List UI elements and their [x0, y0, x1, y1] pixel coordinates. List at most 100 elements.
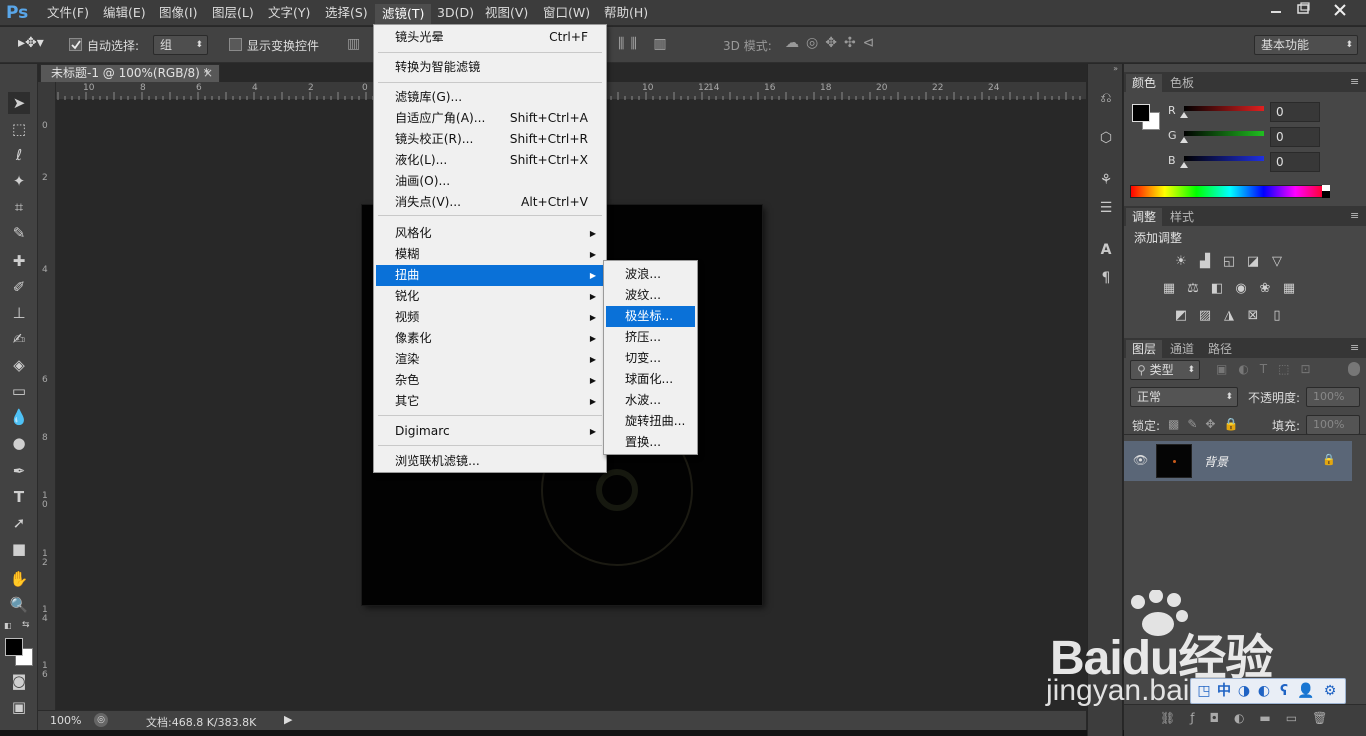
- close-button[interactable]: [1320, 0, 1360, 20]
- healing-brush-icon[interactable]: ✚: [8, 250, 30, 272]
- gradient-tool-icon[interactable]: ▭: [8, 380, 30, 402]
- pen-tool-icon[interactable]: ✒: [8, 460, 30, 482]
- filter-menu-item[interactable]: 视频 ▶: [376, 307, 604, 328]
- ime-symbol-icon[interactable]: ʕ: [1274, 681, 1294, 701]
- filter-menu-item[interactable]: 镜头校正(R)... Shift+Ctrl+R: [376, 129, 604, 150]
- distort-menu-item[interactable]: 极坐标...: [606, 306, 695, 327]
- blur-tool-icon[interactable]: 💧: [8, 406, 30, 428]
- status-info-icon[interactable]: ◎: [94, 713, 108, 727]
- filter-menu-item[interactable]: 锐化 ▶: [376, 286, 604, 307]
- slider-handle-icon[interactable]: [1180, 162, 1188, 168]
- foreground-color-chip[interactable]: [1132, 104, 1150, 122]
- distort-menu-item[interactable]: 挤压...: [606, 327, 695, 348]
- quick-mask-icon[interactable]: ◙: [8, 670, 30, 692]
- ime-settings-icon[interactable]: ⚙: [1320, 681, 1340, 701]
- channel-value-b[interactable]: 0: [1270, 152, 1320, 172]
- type-tool-icon[interactable]: T: [8, 486, 30, 508]
- zoom-level[interactable]: 100%: [50, 714, 81, 727]
- channel-mixer-icon[interactable]: ❀: [1256, 280, 1274, 298]
- eyedropper-icon[interactable]: ✎: [8, 222, 30, 244]
- tab-color[interactable]: 颜色: [1126, 74, 1163, 92]
- restore-button[interactable]: [1288, 0, 1320, 20]
- lasso-tool-icon[interactable]: ℓ: [8, 144, 30, 166]
- levels-icon[interactable]: ▟: [1196, 253, 1214, 271]
- panel-menu-icon[interactable]: ≡: [1350, 209, 1359, 222]
- channel-value-r[interactable]: 0: [1270, 102, 1320, 122]
- vibrance-icon[interactable]: ▽: [1268, 253, 1286, 271]
- spectrum-black-chip[interactable]: [1322, 191, 1330, 198]
- history-brush-icon[interactable]: ✍: [8, 328, 30, 350]
- ime-user-icon[interactable]: 👤: [1296, 681, 1316, 701]
- collapse-dock-icon[interactable]: »: [1088, 64, 1122, 73]
- filter-menu-item[interactable]: 渲染 ▶: [376, 349, 604, 370]
- align-top-icon[interactable]: ▥: [347, 36, 360, 52]
- menu-file[interactable]: 文件(F): [40, 0, 96, 26]
- hand-tool-icon[interactable]: ✋: [8, 568, 30, 590]
- status-menu-arrow-icon[interactable]: ▶: [284, 713, 292, 726]
- curves-icon[interactable]: ◱: [1220, 253, 1238, 271]
- menu-layer[interactable]: 图层(L): [205, 0, 261, 26]
- auto-select-dropdown[interactable]: 组 ⬍: [153, 35, 208, 55]
- ime-punctuation-icon[interactable]: ◑: [1234, 681, 1254, 701]
- zoom-tool-icon[interactable]: 🔍: [8, 594, 30, 616]
- color-balance-icon[interactable]: ⚖: [1184, 280, 1202, 298]
- slider-handle-icon[interactable]: [1180, 137, 1188, 143]
- default-colors-icon[interactable]: ◧: [4, 621, 14, 631]
- menu-image[interactable]: 图像(I): [152, 0, 204, 26]
- panel-menu-icon[interactable]: ≡: [1350, 75, 1359, 88]
- exposure-icon[interactable]: ◪: [1244, 253, 1262, 271]
- tab-swatches[interactable]: 色板: [1164, 74, 1200, 92]
- distort-menu-item[interactable]: 波纹...: [606, 285, 695, 306]
- menu-help[interactable]: 帮助(H): [597, 0, 655, 26]
- marquee-tool-icon[interactable]: ⬚: [8, 118, 30, 140]
- posterize-icon[interactable]: ▨: [1196, 307, 1214, 325]
- filter-menu-item[interactable]: 像素化 ▶: [376, 328, 604, 349]
- workspace-dropdown[interactable]: 基本功能 ⬍: [1254, 35, 1358, 55]
- close-tab-icon[interactable]: ×: [203, 65, 213, 82]
- photo-filter-icon[interactable]: ◉: [1232, 280, 1250, 298]
- ime-fullwidth-icon[interactable]: ◐: [1254, 681, 1274, 701]
- distort-menu-item[interactable]: 球面化...: [606, 369, 695, 390]
- fill-field[interactable]: 100%: [1306, 415, 1360, 435]
- tab-channels[interactable]: 通道: [1164, 340, 1200, 358]
- crop-tool-icon[interactable]: ⌗: [8, 196, 30, 218]
- distort-menu-item[interactable]: 置换...: [606, 432, 695, 453]
- menu-edit[interactable]: 编辑(E): [96, 0, 153, 26]
- channel-slider-g[interactable]: [1184, 131, 1264, 136]
- auto-select-checkbox[interactable]: [69, 38, 82, 51]
- tab-adjustments[interactable]: 调整: [1126, 208, 1163, 226]
- filter-menu-item[interactable]: 液化(L)... Shift+Ctrl+X: [376, 150, 604, 171]
- 3d-panel-icon[interactable]: ⬡: [1096, 128, 1116, 148]
- distort-menu-item[interactable]: 旋转扭曲...: [606, 411, 695, 432]
- layer-filter-dropdown[interactable]: ⚲ 类型 ⬍: [1130, 360, 1200, 380]
- menu-view[interactable]: 视图(V): [478, 0, 535, 26]
- filter-menu-item[interactable]: 其它 ▶: [376, 391, 604, 412]
- color-spectrum-bar[interactable]: [1130, 185, 1330, 198]
- panel-menu-icon[interactable]: ≡: [1350, 341, 1359, 354]
- filter-menu-item[interactable]: 浏览联机滤镜...: [376, 451, 604, 472]
- selective-color-icon[interactable]: ⊠: [1244, 307, 1262, 325]
- filter-menu-item[interactable]: 滤镜库(G)...: [376, 87, 604, 108]
- magic-wand-icon[interactable]: ✦: [8, 170, 30, 192]
- filter-menu-item[interactable]: 镜头光晕 Ctrl+F: [376, 27, 604, 48]
- history-panel-icon[interactable]: ⎌: [1096, 88, 1116, 108]
- filter-menu-item[interactable]: 油画(O)...: [376, 171, 604, 192]
- rectangle-tool-icon[interactable]: ■: [8, 538, 30, 560]
- filter-menu-item[interactable]: 消失点(V)... Alt+Ctrl+V: [376, 192, 604, 213]
- eraser-icon[interactable]: ◈: [8, 354, 30, 376]
- 3d-mode-icons[interactable]: ☁◎✥✣⊲: [785, 35, 881, 51]
- tab-styles[interactable]: 样式: [1164, 208, 1200, 226]
- black-white-icon[interactable]: ◧: [1208, 280, 1226, 298]
- menu-type[interactable]: 文字(Y): [261, 0, 317, 26]
- threshold-icon[interactable]: ◮: [1220, 307, 1238, 325]
- filter-menu-item[interactable]: Digimarc ▶: [376, 421, 604, 442]
- swap-colors-icon[interactable]: ⇆: [22, 620, 30, 630]
- filter-menu-item[interactable]: 自适应广角(A)... Shift+Ctrl+A: [376, 108, 604, 129]
- filter-toggle-icon[interactable]: [1348, 362, 1360, 376]
- channel-slider-b[interactable]: [1184, 156, 1264, 161]
- tab-paths[interactable]: 路径: [1202, 340, 1238, 358]
- filter-menu-item[interactable]: 风格化 ▶: [376, 223, 604, 244]
- dodge-tool-icon[interactable]: ●: [8, 432, 30, 454]
- blend-mode-dropdown[interactable]: 正常 ⬍: [1130, 387, 1238, 407]
- gradient-map-icon[interactable]: ▯: [1268, 307, 1286, 325]
